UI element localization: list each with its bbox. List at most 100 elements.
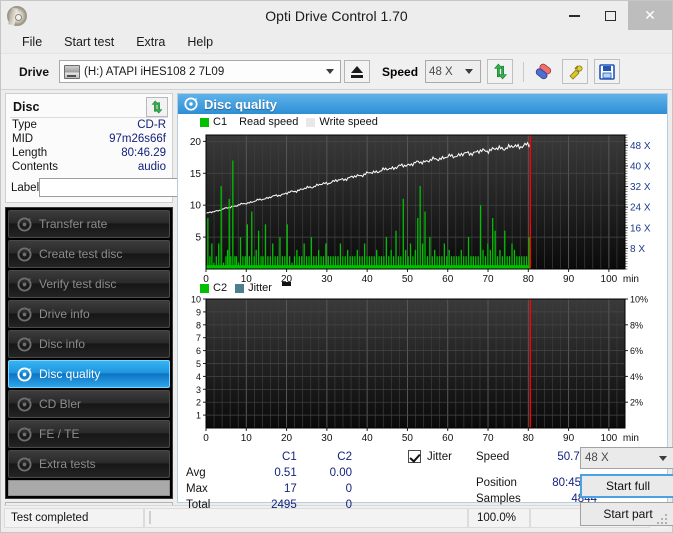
jitter-checkbox[interactable] xyxy=(408,450,421,463)
disc-quality-panel: Disc quality C1 Read speed Write speed 5… xyxy=(177,93,673,526)
legend-label-jitter: Jitter xyxy=(248,282,272,294)
menu-item-help[interactable]: Help xyxy=(176,33,224,51)
sidebar-item-label: Drive info xyxy=(39,307,90,321)
svg-text:20: 20 xyxy=(190,137,202,148)
c2-chart-legend: C2 Jitter xyxy=(200,282,291,294)
svg-text:80: 80 xyxy=(523,274,535,285)
disc-row-type: Type CD-R xyxy=(10,118,168,132)
svg-text:80: 80 xyxy=(523,433,535,444)
svg-text:9: 9 xyxy=(196,307,201,317)
disc-info-panel: Disc Type CD-R MID 97m26s66f Length 80:4… xyxy=(5,93,244,203)
disc-key-mid: MID xyxy=(12,133,34,145)
speed-select[interactable]: 48 X xyxy=(425,60,482,83)
sidebar-item-disc-info[interactable]: Disc info xyxy=(8,330,170,358)
svg-text:40 X: 40 X xyxy=(630,161,651,172)
close-button[interactable]: ✕ xyxy=(628,1,672,30)
svg-text:2%: 2% xyxy=(630,398,643,408)
panel-title: Disc quality xyxy=(204,96,277,112)
eject-button[interactable] xyxy=(344,60,371,83)
start-full-label: Start full xyxy=(580,474,673,498)
disc-refresh-button[interactable] xyxy=(146,96,168,117)
erase-button[interactable] xyxy=(530,59,556,84)
stats-col-c2: C2 xyxy=(337,451,352,463)
save-button[interactable] xyxy=(594,59,621,84)
menu-item-file[interactable]: File xyxy=(11,33,53,51)
svg-text:50: 50 xyxy=(402,274,414,285)
resize-grip-icon[interactable] xyxy=(653,510,669,526)
speed-select-2[interactable]: 48 X xyxy=(580,447,673,469)
chevron-down-icon xyxy=(659,455,667,461)
maximize-button[interactable] xyxy=(592,1,628,30)
stats-col-c1: C1 xyxy=(282,451,297,463)
legend-swatch-c2 xyxy=(200,283,209,293)
drive-toolbar: Drive (H:) ATAPI iHES108 2 7L09 Speed 48… xyxy=(1,54,672,90)
plug-button[interactable] xyxy=(562,59,589,84)
sidebar-item-transfer-rate[interactable]: Transfer rate xyxy=(8,210,170,238)
application-window: Opti Drive Control 1.70 ✕ File Start tes… xyxy=(0,0,673,533)
drive-select[interactable]: (H:) ATAPI iHES108 2 7L09 xyxy=(59,60,342,83)
disc-value-mid: 97m26s66f xyxy=(109,133,166,145)
svg-text:100: 100 xyxy=(601,274,618,285)
disc-value-type: CD-R xyxy=(137,119,166,131)
svg-text:5: 5 xyxy=(196,359,201,369)
svg-text:4: 4 xyxy=(196,372,201,382)
sidebar-item-drive-info[interactable]: Drive info xyxy=(8,300,170,328)
svg-text:8 X: 8 X xyxy=(630,244,645,255)
minimize-button[interactable] xyxy=(556,1,592,30)
disc-quality-icon xyxy=(184,97,198,111)
svg-text:min: min xyxy=(623,433,639,444)
svg-text:40: 40 xyxy=(362,274,374,285)
main-body: Disc Type CD-R MID 97m26s66f Length 80:4… xyxy=(1,90,673,526)
chevron-down-icon xyxy=(465,69,474,74)
readout-row-position: Position 80:45.33 xyxy=(476,476,597,490)
disc-test-icon xyxy=(17,306,32,322)
sidebar-item-create-test-disc[interactable]: Create test disc xyxy=(8,240,170,268)
svg-text:7: 7 xyxy=(196,333,201,343)
table-row: Total 2495 0 xyxy=(186,498,352,512)
menu-item-start-test[interactable]: Start test xyxy=(53,33,125,51)
speed-label: Speed xyxy=(382,64,419,79)
disc-quality-header: Disc quality xyxy=(178,94,667,114)
sidebar-item-extra-tests[interactable]: Extra tests xyxy=(8,450,170,478)
minimize-icon xyxy=(568,14,580,17)
svg-text:4%: 4% xyxy=(630,372,643,382)
svg-text:24 X: 24 X xyxy=(630,203,651,214)
svg-text:1: 1 xyxy=(196,411,201,421)
table-row: Avg 0.51 0.00 xyxy=(186,466,352,480)
disc-test-icon xyxy=(17,246,32,262)
jitter-checkbox-row[interactable]: Jitter xyxy=(408,450,452,463)
disc-test-icon xyxy=(17,276,32,292)
disc-test-icon xyxy=(17,456,32,472)
stats-row-label-max: Max xyxy=(186,483,208,495)
sidebar-item-verify-test-disc[interactable]: Verify test disc xyxy=(8,270,170,298)
refresh-button[interactable] xyxy=(487,59,514,84)
readout-label-position: Position xyxy=(476,477,517,489)
disc-test-icon xyxy=(17,396,32,412)
sidebar-item-cd-bler[interactable]: CD Bler xyxy=(8,390,170,418)
svg-text:6: 6 xyxy=(196,346,201,356)
disc-value-contents: audio xyxy=(137,161,166,173)
sidebar-item-label: Disc info xyxy=(39,337,86,351)
disc-label-row: Label xyxy=(10,177,244,198)
svg-text:16 X: 16 X xyxy=(630,223,651,234)
sidebar-item-fe-te[interactable]: FE / TE xyxy=(8,420,170,448)
chevron-down-icon xyxy=(326,69,335,74)
svg-text:60: 60 xyxy=(442,274,454,285)
c1-chart[interactable]: 5 10 15 20 8 X 16 X 24 X 32 X 40 X 48 X 0 10 20 30 40 5… xyxy=(178,131,667,286)
jitter-checkbox-label: Jitter xyxy=(427,450,452,463)
c2-jitter-chart[interactable]: 1 2 3 4 5 6 7 8 9 10 2% 4% 6% 8% 10% 0 10 20 30 40 50 60 70 80 9… xyxy=(178,295,667,445)
sidebar-item-disc-quality[interactable]: Disc quality xyxy=(8,360,170,388)
svg-text:10: 10 xyxy=(190,201,202,212)
legend-label-read-speed: Read speed xyxy=(239,116,299,128)
disc-value-length: 80:46.29 xyxy=(121,147,166,159)
start-full-button[interactable]: Start full xyxy=(580,474,673,498)
disc-row-mid: MID 97m26s66f xyxy=(10,132,168,146)
drive-device-icon xyxy=(64,64,81,79)
legend-label-c1: C1 xyxy=(213,116,228,128)
svg-text:100: 100 xyxy=(601,433,618,444)
svg-text:2: 2 xyxy=(196,398,201,408)
status-message: Test completed xyxy=(4,507,144,528)
progress-percent: 100.0% xyxy=(468,507,530,528)
menu-item-extra[interactable]: Extra xyxy=(125,33,176,51)
test-list: Transfer rate Create test disc Verify te… xyxy=(5,207,173,499)
